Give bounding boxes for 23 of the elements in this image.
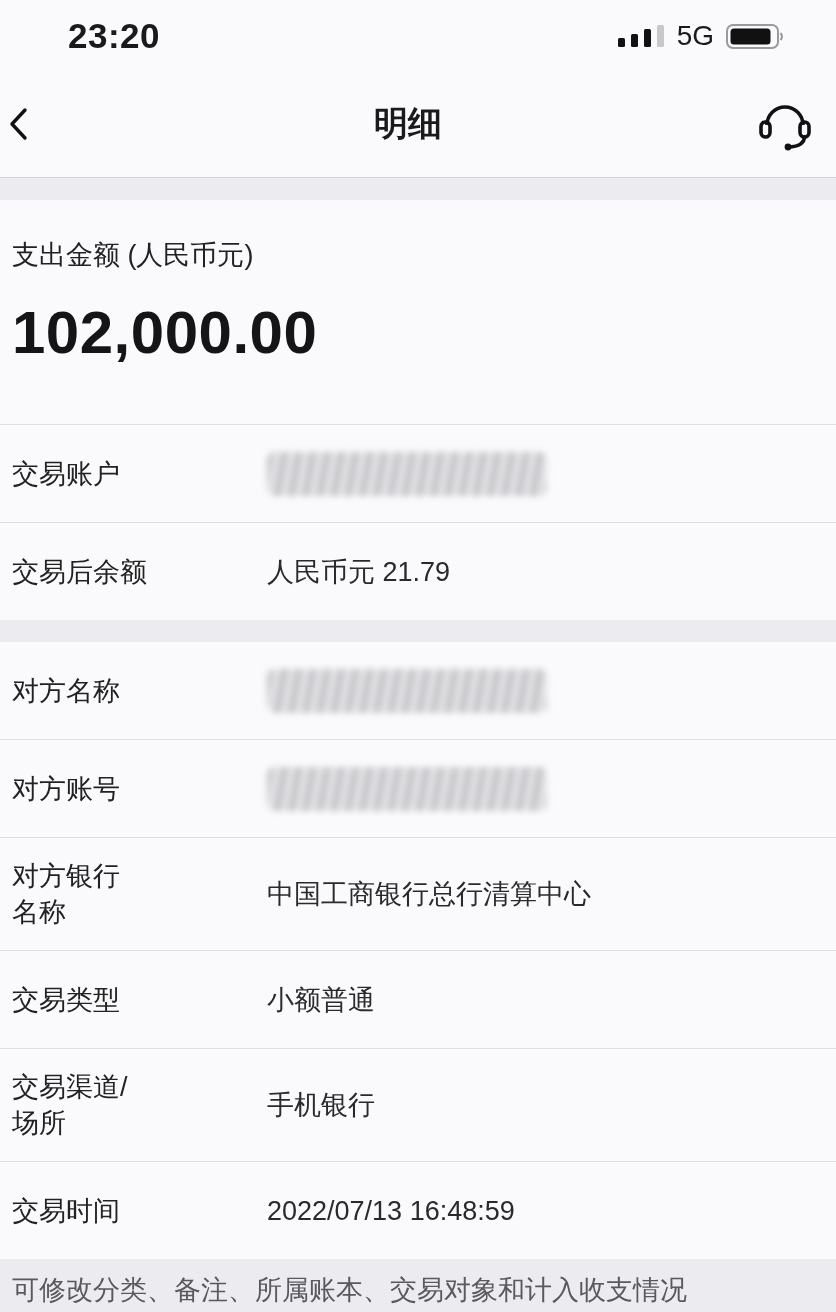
amount-value: 102,000.00 xyxy=(12,298,318,368)
chevron-left-icon xyxy=(8,106,28,141)
amount-label: 支出金额 (人民币元) xyxy=(12,239,254,272)
field-label: 交易后余额 xyxy=(12,555,147,589)
field-label: 交易渠道/场所 xyxy=(12,1071,128,1140)
field-label: 交易账户 xyxy=(12,457,120,491)
status-time: 23:20 xyxy=(68,16,161,56)
field-value: 中国工商银行总行清算中心 xyxy=(267,878,591,911)
field-label: 对方名称 xyxy=(12,674,120,708)
field-label: 交易时间 xyxy=(12,1194,120,1228)
field-label: 对方银行名称 xyxy=(12,860,120,929)
field-label: 交易类型 xyxy=(12,983,120,1017)
field-value: 手机银行 xyxy=(267,1089,375,1122)
field-label: 对方账号 xyxy=(12,772,120,806)
back-button[interactable] xyxy=(8,106,28,141)
network-type: 5G xyxy=(676,20,714,52)
field-value: 人民币元 21.79 xyxy=(267,555,451,589)
page-title: 明细 xyxy=(374,102,442,144)
field-value: 小额普通 xyxy=(267,983,375,1017)
footer-note: 可修改分类、备注、所属账本、交易对象和计入收支情况 xyxy=(12,1275,687,1305)
signal-icon xyxy=(617,25,665,47)
battery-icon xyxy=(726,23,784,49)
field-value: 2022/07/13 16:48:59 xyxy=(267,1194,515,1228)
